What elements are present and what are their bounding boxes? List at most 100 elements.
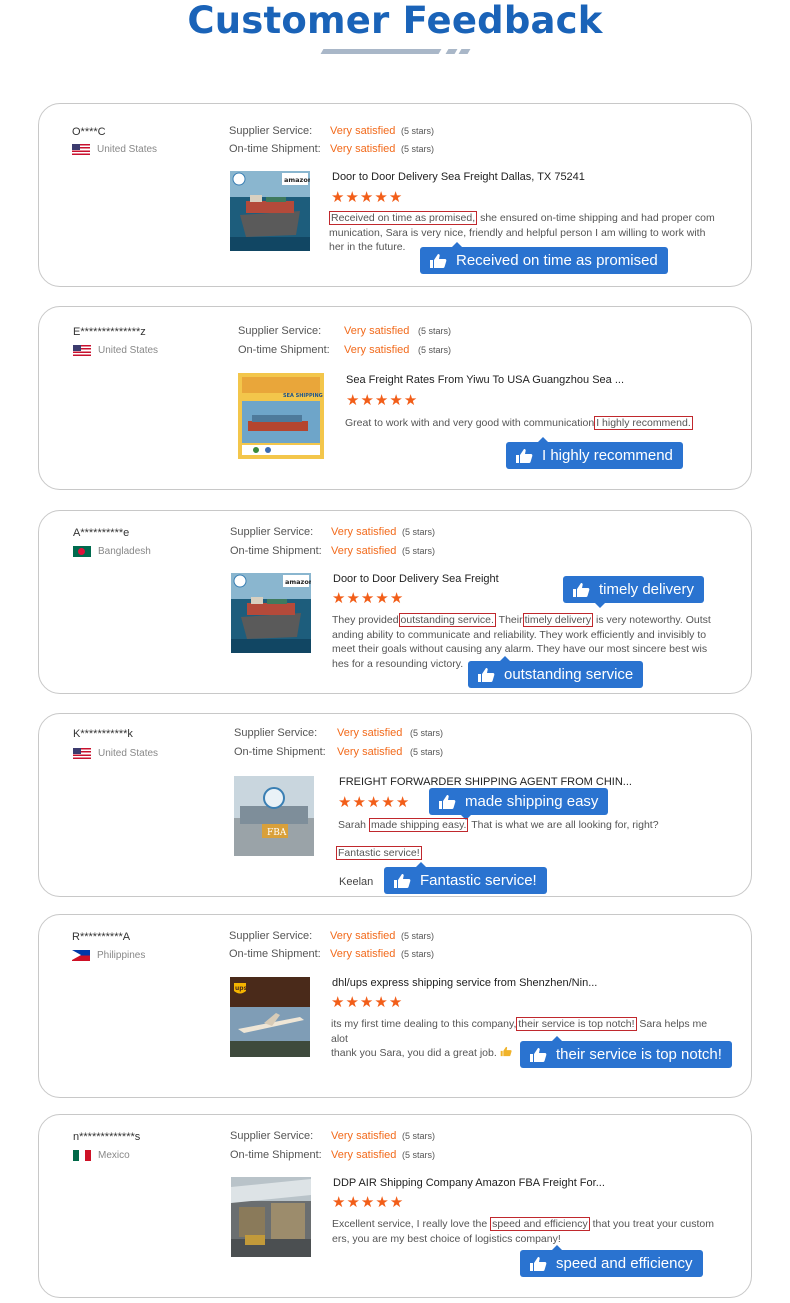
ontime-stars-count: (5 stars) xyxy=(402,1150,436,1160)
flag-icon xyxy=(72,950,90,961)
supplier-service-row: Supplier Service: Very satisfied (5 star… xyxy=(238,325,451,337)
rating-stars: ★★★★★ xyxy=(331,995,403,1010)
cargo-ship-image: amazon xyxy=(231,573,311,653)
star-icon: ★ xyxy=(346,392,361,409)
flag-icon xyxy=(73,748,91,759)
review-card: K***********k United States Supplier Ser… xyxy=(38,713,752,897)
rating-stars: ★★★★★ xyxy=(346,393,418,408)
supplier-service-row: Supplier Service: Very satisfied (5 star… xyxy=(229,930,434,942)
supplier-stars-count: (5 stars) xyxy=(401,931,435,941)
reviewer-name: O****C xyxy=(72,126,106,138)
star-icon: ★ xyxy=(359,189,375,206)
star-icon: ★ xyxy=(381,794,396,811)
review-text: Sarah made shipping easy. That is what w… xyxy=(338,818,659,832)
star-icon: ★ xyxy=(360,392,375,409)
product-thumbnail[interactable]: FBA xyxy=(234,776,314,856)
feedback-tag-label: outstanding service xyxy=(504,666,634,683)
star-icon: ★ xyxy=(338,794,353,811)
thumbs-up-icon xyxy=(530,1047,547,1062)
ontime-shipment-row: On-time Shipment: Very satisfied (5 star… xyxy=(229,948,434,960)
product-title[interactable]: Door to Door Delivery Sea Freight Dallas… xyxy=(332,171,585,183)
thumbs-up-emoji-icon xyxy=(500,1046,512,1057)
flag-icon xyxy=(72,144,90,155)
feedback-tag-label: timely delivery xyxy=(599,581,695,598)
star-icon: ★ xyxy=(374,994,389,1011)
supplier-service-label: Supplier Service: xyxy=(230,526,314,538)
star-icon: ★ xyxy=(345,994,360,1011)
feedback-tag: outstanding service xyxy=(468,656,644,688)
cargo-ship-image: amazon xyxy=(230,171,310,251)
flag-icon xyxy=(73,345,91,356)
thumbs-up-icon xyxy=(394,873,411,888)
product-title[interactable]: Sea Freight Rates From Yiwu To USA Guang… xyxy=(346,374,624,386)
ontime-shipment-value: Very satisfied xyxy=(344,344,410,356)
thumb-amazon-text: amazon xyxy=(285,578,311,586)
air-cargo-image xyxy=(231,1177,311,1257)
thumbs-up-icon xyxy=(516,448,533,463)
reviewer-signature: Keelan xyxy=(339,876,374,888)
review-card: n*************s Mexico Supplier Service:… xyxy=(38,1114,752,1298)
thumb-ups-text: ups xyxy=(235,985,248,992)
country-name: United States xyxy=(97,144,158,155)
product-title[interactable]: DDP AIR Shipping Company Amazon FBA Frei… xyxy=(333,1177,605,1189)
supplier-service-label: Supplier Service: xyxy=(230,1130,314,1142)
ontime-shipment-value: Very satisfied xyxy=(330,948,396,960)
feedback-tag-label: Received on time as promised xyxy=(456,252,658,269)
reviewer-name: K***********k xyxy=(73,728,133,740)
review-card: O****C United States Supplier Service: V… xyxy=(38,103,752,287)
reviewer-country: Philippines xyxy=(72,950,145,961)
reviewer-country: United States xyxy=(73,748,158,759)
ontime-shipment-value: Very satisfied xyxy=(331,545,397,557)
star-icon: ★ xyxy=(366,794,382,811)
rating-stars: ★★★★★ xyxy=(338,795,410,810)
reviewer-name: E**************z xyxy=(73,326,146,338)
feedback-tag: speed and efficiency xyxy=(520,1245,703,1277)
thumb-fba-text: FBA xyxy=(267,828,287,838)
supplier-service-label: Supplier Service: xyxy=(238,325,322,337)
reviewer-name: A**********e xyxy=(73,527,130,539)
star-icon: ★ xyxy=(346,590,361,607)
highlighted-phrase: Fantastic service! xyxy=(336,846,422,860)
feedback-tag-label: Fantastic service! xyxy=(420,872,537,889)
product-thumbnail[interactable]: SEA SHIPPING xyxy=(238,373,324,459)
ontime-stars-count: (5 stars) xyxy=(418,345,452,355)
ontime-shipment-row: On-time Shipment: Very satisfied (5 star… xyxy=(238,344,451,356)
reviewer-name: n*************s xyxy=(73,1131,141,1143)
product-thumbnail[interactable] xyxy=(231,1177,311,1257)
rating-stars: ★★★★★ xyxy=(331,190,403,205)
reviewer-country: Bangladesh xyxy=(73,546,151,557)
ontime-shipment-label: On-time Shipment: xyxy=(229,948,321,960)
star-icon: ★ xyxy=(332,590,347,607)
product-thumbnail[interactable]: amazon xyxy=(230,171,310,251)
ontime-shipment-label: On-time Shipment: xyxy=(230,1149,322,1161)
star-icon: ★ xyxy=(388,994,404,1011)
supplier-service-label: Supplier Service: xyxy=(229,125,313,137)
product-thumbnail[interactable]: ups xyxy=(230,977,310,1057)
ups-airplane-image: ups xyxy=(230,977,310,1057)
ontime-stars-count: (5 stars) xyxy=(401,949,435,959)
ontime-shipment-value: Very satisfied xyxy=(331,1149,397,1161)
review-text-line-2: Fantastic service! xyxy=(336,846,422,861)
highlighted-phrase: timely delivery xyxy=(522,613,594,627)
product-title[interactable]: FREIGHT FORWARDER SHIPPING AGENT FROM CH… xyxy=(339,776,632,788)
thumbs-up-icon xyxy=(530,1256,547,1271)
country-name: Bangladesh xyxy=(98,546,151,557)
supplier-stars-count: (5 stars) xyxy=(402,1131,436,1141)
supplier-service-value: Very satisfied xyxy=(337,727,403,739)
ontime-shipment-label: On-time Shipment: xyxy=(229,143,321,155)
product-title[interactable]: Door to Door Delivery Sea Freight xyxy=(333,573,499,585)
star-icon: ★ xyxy=(360,590,376,607)
supplier-service-row: Supplier Service: Very satisfied (5 star… xyxy=(230,1130,435,1142)
supplier-service-label: Supplier Service: xyxy=(229,930,313,942)
highlighted-phrase: their service is top notch! xyxy=(516,1017,637,1031)
feedback-tag-label: made shipping easy xyxy=(465,793,599,810)
product-thumbnail[interactable]: amazon xyxy=(231,573,311,653)
header: Customer Feedback xyxy=(0,0,790,60)
ontime-shipment-row: On-time Shipment: Very satisfied (5 star… xyxy=(230,1149,435,1161)
thumb-amazon-text: amazon xyxy=(284,176,310,184)
supplier-stars-count: (5 stars) xyxy=(418,326,452,336)
feedback-tag: I highly recommend xyxy=(506,437,683,469)
feedback-tag-label: their service is top notch! xyxy=(556,1046,722,1063)
product-title[interactable]: dhl/ups express shipping service from Sh… xyxy=(332,977,597,989)
title-underline xyxy=(318,49,476,54)
